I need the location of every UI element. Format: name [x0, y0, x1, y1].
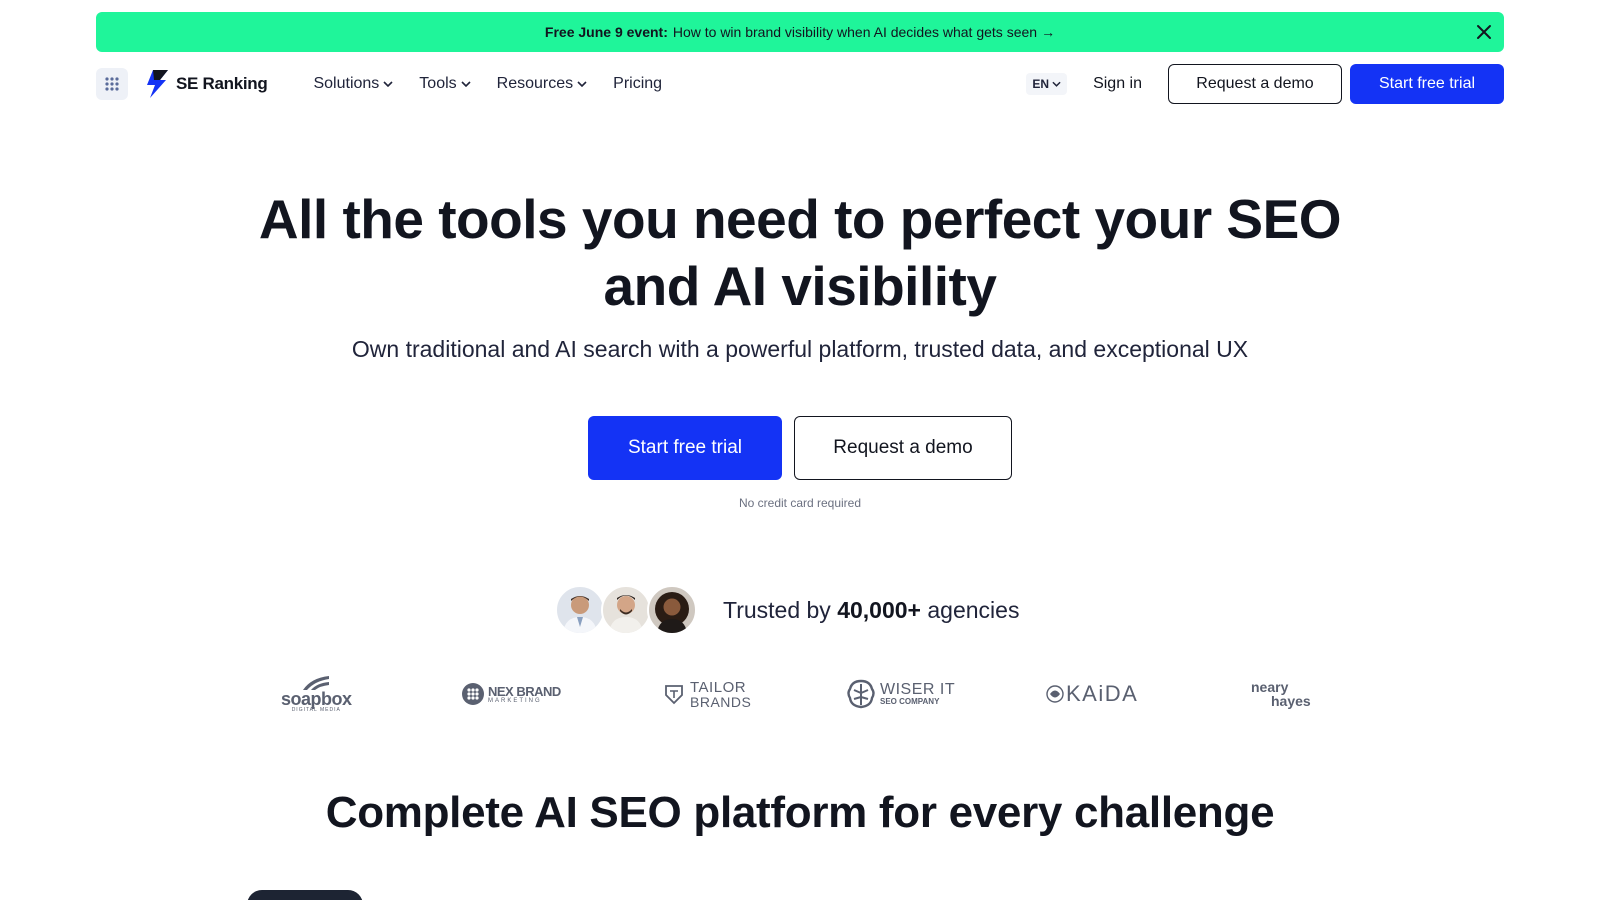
site-header: SE Ranking Solutions Tools Resources Pri…	[96, 64, 1504, 104]
main-nav: Solutions Tools Resources Pricing	[313, 75, 688, 93]
logo-bolt-icon	[147, 70, 168, 98]
brand-logo-nexbrand: NEX BRAND MARKETING	[461, 672, 561, 716]
logo[interactable]: SE Ranking	[144, 69, 268, 99]
brand-logo-kaida: KAiDA	[1045, 672, 1138, 716]
person-icon	[609, 595, 643, 633]
hero-title: All the tools you need to perfect your S…	[0, 186, 1600, 320]
hero-subtitle: Own traditional and AI search with a pow…	[351, 336, 1249, 362]
header-start-trial-button[interactable]: Start free trial	[1350, 64, 1504, 104]
hero-request-demo-button[interactable]: Request a demo	[794, 416, 1012, 480]
no-credit-card-note: No credit card required	[738, 496, 862, 510]
logo-text: SE Ranking	[176, 74, 268, 93]
trusted-suffix: agencies	[927, 596, 1020, 623]
nav-label: Solutions	[313, 75, 380, 92]
trusted-count: 40,000+	[837, 596, 921, 623]
brand-sub: SEO COMPANY	[880, 697, 940, 706]
brand-name: WISER IT	[880, 681, 956, 698]
brand-name: neary	[1251, 679, 1289, 695]
brand-name: NEX BRAND	[488, 683, 561, 699]
brand-sub: DIGITAL MEDIA	[291, 706, 341, 713]
trusted-by: Trusted by 40,000+ agencies	[555, 585, 1019, 635]
brand-name: soapbox	[281, 688, 352, 709]
nav-label: Tools	[419, 75, 457, 92]
promo-highlight: Free June 9 event:	[544, 24, 668, 40]
promo-arrow-icon: →	[1041, 24, 1056, 40]
kaida-mark-icon	[1046, 685, 1064, 703]
person-icon	[655, 592, 689, 633]
hero-title-line2: and AI visibility	[603, 255, 997, 317]
soapbox-mark-icon	[303, 675, 330, 690]
language-label: EN	[1032, 77, 1050, 91]
nav-resources[interactable]: Resources	[497, 75, 587, 93]
trusted-prefix: Trusted by	[723, 596, 831, 623]
nav-solutions[interactable]: Solutions	[313, 75, 393, 93]
client-logos: soapbox DIGITAL MEDIA NEX BRAND MARKETIN…	[0, 672, 1600, 716]
promo-banner[interactable]: Free June 9 event: How to win brand visi…	[96, 12, 1504, 52]
brand-logo-tailor: TAILOR BRANDS	[662, 672, 751, 716]
avatar-group	[555, 585, 697, 635]
person-icon	[563, 596, 597, 633]
header-actions: EN Sign in Request a demo Start free tri…	[1026, 64, 1504, 104]
brand-sub: hayes	[1271, 693, 1311, 709]
avatar	[555, 585, 605, 635]
nav-tools[interactable]: Tools	[419, 75, 471, 93]
nexbrand-mark-icon	[462, 683, 484, 705]
grid-icon	[105, 77, 119, 91]
tab-pill[interactable]	[247, 890, 363, 900]
brand-name: TAILOR	[690, 678, 747, 696]
tailor-mark-icon	[665, 685, 683, 705]
brand-logo-wiserit: WISER IT SEO COMPANY	[846, 672, 955, 716]
chevron-down-icon	[383, 81, 393, 87]
brand-logo-nearyhayes: neary hayes	[1251, 672, 1311, 716]
brand-logo-soapbox: soapbox DIGITAL MEDIA	[281, 672, 352, 716]
hero-start-trial-button[interactable]: Start free trial	[588, 416, 782, 480]
avatar	[601, 585, 651, 635]
nav-label: Pricing	[613, 75, 663, 92]
language-selector[interactable]: EN	[1026, 73, 1068, 95]
section-title: Complete AI SEO platform for every chall…	[325, 788, 1275, 837]
nav-label: Resources	[496, 75, 574, 92]
close-icon	[1477, 25, 1491, 39]
wiserit-brain-icon	[847, 679, 875, 709]
chevron-down-icon	[461, 81, 471, 87]
apps-menu-button[interactable]	[96, 68, 128, 100]
avatar	[647, 585, 697, 635]
sign-in-link[interactable]: Sign in	[1093, 75, 1142, 93]
chevron-down-icon	[577, 81, 587, 87]
nav-pricing[interactable]: Pricing	[613, 75, 662, 93]
trusted-text: Trusted by 40,000+ agencies	[723, 597, 1019, 624]
brand-name: KAiDA	[1066, 681, 1139, 706]
brand-sub: BRANDS	[690, 693, 752, 710]
chevron-down-icon	[1052, 81, 1061, 87]
brand-sub: MARKETING	[488, 697, 542, 704]
promo-close-button[interactable]	[1472, 20, 1496, 44]
hero-cta-row: Start free trial Request a demo	[588, 416, 1012, 480]
header-request-demo-button[interactable]: Request a demo	[1168, 64, 1342, 104]
promo-text[interactable]: How to win brand visibility when AI deci…	[673, 24, 1037, 40]
hero-title-line1: All the tools you need to perfect your S…	[258, 188, 1342, 250]
